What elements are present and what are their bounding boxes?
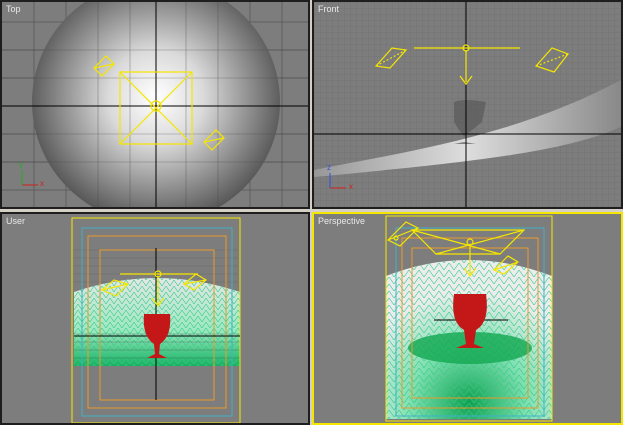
viewport-perspective[interactable]: Perspective xyxy=(312,212,623,425)
viewport-top[interactable]: Top x y xyxy=(0,0,310,209)
perspective-view-canvas xyxy=(385,215,553,422)
viewport-label-top[interactable]: Top xyxy=(6,4,21,14)
axis-x-label: x xyxy=(349,182,353,191)
viewport-label-front[interactable]: Front xyxy=(318,4,339,14)
viewport-front[interactable]: Front x z xyxy=(312,0,623,209)
axis-z-label: z xyxy=(327,163,331,172)
viewport-label-user[interactable]: User xyxy=(6,216,25,226)
axis-x-label: x xyxy=(40,179,44,188)
front-view-canvas xyxy=(314,2,621,207)
top-view-canvas xyxy=(2,2,308,207)
axis-y-label: y xyxy=(19,160,23,169)
viewport-user[interactable]: User xyxy=(0,212,310,425)
axis-tripod xyxy=(21,170,38,186)
viewport-label-perspective[interactable]: Perspective xyxy=(318,216,365,226)
user-view-canvas xyxy=(71,217,241,423)
